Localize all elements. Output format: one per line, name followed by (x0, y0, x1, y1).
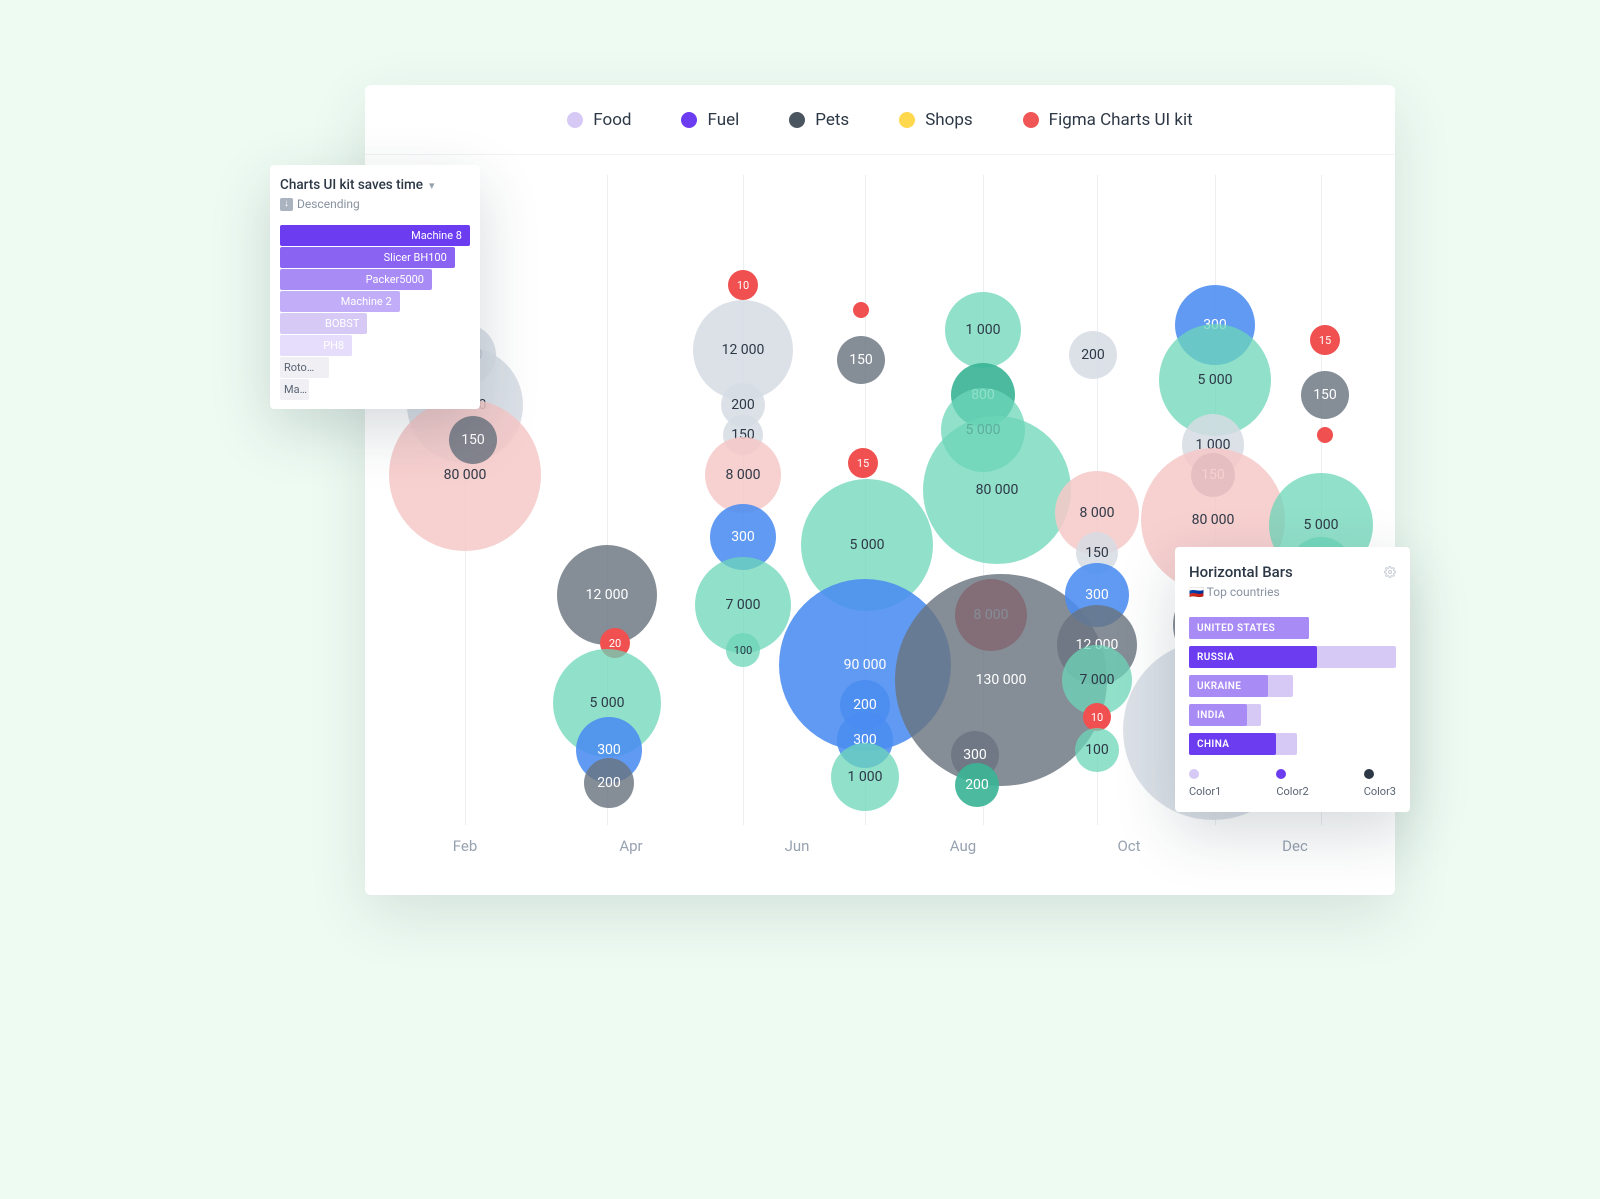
bubble[interactable]: 15 (1310, 325, 1340, 355)
left-card-title: Charts UI kit saves time ▾ (280, 177, 470, 193)
bubble[interactable]: 80 000 (923, 416, 1071, 564)
bubble[interactable]: 8 000 (705, 437, 781, 513)
x-tick: Jun (767, 837, 827, 855)
bar-fill: Slicer BH100 (280, 247, 455, 268)
x-tick: Dec (1265, 837, 1325, 855)
legend-swatch (1276, 769, 1286, 779)
legend-label: Figma Charts UI kit (1049, 110, 1193, 130)
legend-item[interactable]: Figma Charts UI kit (1023, 110, 1193, 130)
list-item[interactable]: Machine 2 (280, 291, 470, 312)
x-axis-labels: Feb Apr Jun Aug Oct Dec (365, 825, 1395, 855)
bubble[interactable] (853, 302, 869, 318)
sort-label: Descending (297, 197, 360, 211)
legend-item[interactable]: Food (567, 110, 631, 130)
bar-fill: PH8 (280, 335, 352, 356)
legend-swatch (789, 112, 805, 128)
bubble[interactable]: 200 (1069, 331, 1117, 379)
left-bar-card: Charts UI kit saves time ▾ ↓ Descending … (270, 165, 480, 409)
bubble[interactable]: 150 (449, 416, 497, 464)
list-item[interactable]: PH8 (280, 335, 470, 356)
list-item[interactable]: Slicer BH100 (280, 247, 470, 268)
x-tick: Oct (1099, 837, 1159, 855)
legend-swatch (681, 112, 697, 128)
bar-label: Ma… (284, 379, 307, 400)
gear-icon[interactable] (1384, 566, 1396, 578)
legend-label: Shops (925, 110, 972, 130)
hbar-row[interactable]: RUSSIA (1189, 646, 1396, 668)
legend-swatch (1023, 112, 1039, 128)
bar-fill: Packer5000 (280, 269, 432, 290)
hbar-row[interactable]: CHINA (1189, 733, 1396, 755)
bubble[interactable]: 10 (728, 270, 758, 300)
hbar-fg: INDIA (1189, 704, 1247, 726)
legend-item[interactable]: Shops (899, 110, 972, 130)
legend-swatch (1364, 769, 1374, 779)
bubble[interactable]: 1 000 (945, 292, 1021, 368)
chart-legend: Food Fuel Pets Shops Figma Charts UI kit (365, 85, 1395, 155)
legend-label: Color1 (1189, 785, 1221, 798)
legend-label: Pets (815, 110, 849, 130)
list-item[interactable]: Ma… (280, 379, 470, 400)
legend-swatch (567, 112, 583, 128)
right-card-title: Horizontal Bars (1189, 563, 1293, 581)
hbar-fg: CHINA (1189, 733, 1276, 755)
bubble[interactable]: 200 (584, 758, 634, 808)
hbar-row[interactable]: UKRAINE (1189, 675, 1396, 697)
right-card-subtitle: 🇷🇺 Top countries (1189, 585, 1396, 599)
bubble[interactable]: 100 (726, 633, 760, 667)
hbar-row[interactable]: INDIA (1189, 704, 1396, 726)
bar-fill: Machine 2 (280, 291, 400, 312)
bar-fill: Machine 8 (280, 225, 470, 246)
bubble[interactable]: 150 (1301, 371, 1349, 419)
hbar-fg: UNITED STATES (1189, 617, 1309, 639)
list-item[interactable]: Roto… (280, 357, 470, 378)
bubble[interactable]: 15 (848, 448, 878, 478)
right-bar-card: Horizontal Bars 🇷🇺 Top countries UNITED … (1175, 547, 1410, 812)
right-card-legend: Color1 Color2 Color3 (1189, 769, 1396, 798)
bar-fill: BOBST (280, 313, 367, 334)
sort-order[interactable]: ↓ Descending (280, 197, 470, 211)
bubble[interactable]: 100 (1075, 728, 1119, 772)
list-item[interactable]: Machine 8 (280, 225, 470, 246)
bubble[interactable] (1317, 427, 1333, 443)
bubble[interactable]: 150 (837, 336, 885, 384)
legend-swatch (899, 112, 915, 128)
legend-label: Color2 (1276, 785, 1308, 798)
legend-item: Color3 (1364, 769, 1396, 798)
x-tick: Aug (933, 837, 993, 855)
legend-item: Color1 (1189, 769, 1221, 798)
list-item[interactable]: BOBST (280, 313, 470, 334)
hbar-fg: UKRAINE (1189, 675, 1268, 697)
bubble[interactable]: 1 000 (831, 743, 899, 811)
hbar-fg: RUSSIA (1189, 646, 1317, 668)
arrow-down-icon: ↓ (280, 198, 293, 211)
legend-item[interactable]: Pets (789, 110, 849, 130)
legend-swatch (1189, 769, 1199, 779)
bar-label: Roto… (284, 357, 314, 378)
chevron-down-icon[interactable]: ▾ (429, 179, 435, 192)
legend-item[interactable]: Fuel (681, 110, 739, 130)
bubble[interactable]: 200 (955, 763, 999, 807)
legend-item: Color2 (1276, 769, 1308, 798)
x-tick: Apr (601, 837, 661, 855)
legend-label: Food (593, 110, 631, 130)
bubble[interactable]: 10 (1083, 703, 1111, 731)
legend-label: Color3 (1364, 785, 1396, 798)
left-card-title-text: Charts UI kit saves time (280, 177, 423, 193)
legend-label: Fuel (707, 110, 739, 130)
hbar-row[interactable]: UNITED STATES (1189, 617, 1396, 639)
list-item[interactable]: Packer5000 (280, 269, 470, 290)
x-tick: Feb (435, 837, 495, 855)
